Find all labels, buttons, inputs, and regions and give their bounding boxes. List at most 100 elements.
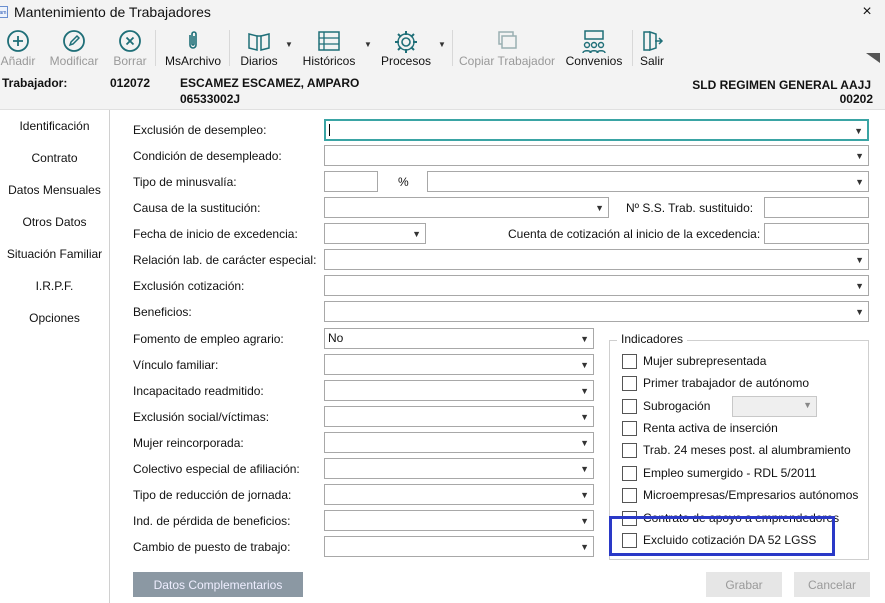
exclusion-desempleo-label: Exclusión de desempleo:: [133, 123, 267, 137]
microempresas-checkbox[interactable]: [622, 488, 637, 503]
chevron-down-icon: ▼: [580, 516, 589, 526]
indicadores-title: Indicadores: [617, 332, 688, 346]
nss-sustituido-label: Nº S.S. Trab. sustituido:: [626, 201, 754, 215]
delete-icon: [119, 30, 141, 52]
historicos-button[interactable]: Históricos: [300, 26, 358, 70]
fecha-excedencia-label: Fecha de inicio de excedencia:: [133, 227, 298, 241]
cambio-puesto-label: Cambio de puesto de trabajo:: [133, 540, 291, 554]
incapacitado-select[interactable]: ▼: [324, 380, 594, 401]
close-button[interactable]: ×: [858, 3, 876, 21]
datos-complementarios-button[interactable]: Datos Complementarios: [133, 572, 303, 597]
relacion-laboral-label: Relación lab. de carácter especial:: [133, 253, 317, 267]
vinculo-familiar-label: Vínculo familiar:: [133, 358, 219, 372]
chevron-down-icon: ▼: [580, 360, 589, 370]
highlight-box: [609, 516, 835, 556]
worker-regime: SLD REGIMEN GENERAL AAJJ: [692, 78, 871, 92]
exclusion-cotizacion-select[interactable]: ▼: [324, 275, 869, 296]
mujer-subrepresentada-checkbox[interactable]: [622, 354, 637, 369]
chevron-down-icon: ▼: [855, 281, 864, 291]
diarios-dropdown-icon[interactable]: ▼: [285, 40, 293, 49]
causa-sustitucion-select[interactable]: ▼: [324, 197, 609, 218]
nav-datos-mensuales[interactable]: Datos Mensuales: [0, 174, 109, 206]
exclusion-social-select[interactable]: ▼: [324, 406, 594, 427]
salir-button[interactable]: Salir: [637, 26, 667, 70]
chevron-down-icon: ▼: [855, 255, 864, 265]
people-icon: [582, 30, 606, 54]
colectivo-especial-select[interactable]: ▼: [324, 458, 594, 479]
trab-24-meses-checkbox[interactable]: [622, 443, 637, 458]
empleo-sumergido-checkbox[interactable]: [622, 466, 637, 481]
nav-situacion-familiar[interactable]: Situación Familiar: [0, 238, 109, 270]
checkbox-label: Trab. 24 meses post. al alumbramiento: [643, 443, 851, 457]
fomento-empleo-label: Fomento de empleo agrario:: [133, 332, 284, 346]
edit-icon: [63, 30, 85, 52]
vinculo-familiar-select[interactable]: ▼: [324, 354, 594, 375]
chevron-down-icon: ▼: [412, 229, 421, 239]
checkbox-label: Empleo sumergido - RDL 5/2011: [643, 466, 817, 480]
checkbox-label: Renta activa de inserción: [643, 421, 778, 435]
worker-name: ESCAMEZ ESCAMEZ, AMPARO: [180, 76, 360, 90]
nav-opciones[interactable]: Opciones: [0, 302, 109, 334]
title-bar: am Mantenimiento de Trabajadores ×: [0, 0, 885, 26]
tipo-reduccion-select[interactable]: ▼: [324, 484, 594, 505]
book-icon: [248, 33, 270, 51]
chevron-down-icon: ▼: [580, 334, 589, 344]
chevron-down-icon: ▼: [580, 412, 589, 422]
chevron-down-icon: ▼: [580, 386, 589, 396]
tipo-minusvalia-label: Tipo de minusvalía:: [133, 175, 237, 189]
nav-identificacion[interactable]: Identificación: [0, 110, 109, 142]
worker-code: 012072: [110, 76, 151, 90]
nav-contrato[interactable]: Contrato: [0, 142, 109, 174]
nss-sustituido-input[interactable]: [764, 197, 869, 218]
tipo-minusvalia-select[interactable]: ▼: [427, 171, 869, 192]
copy-worker-button[interactable]: Copiar Trabajador: [459, 26, 555, 70]
chevron-down-icon: ▼: [580, 464, 589, 474]
historicos-dropdown-icon[interactable]: ▼: [364, 40, 372, 49]
cambio-puesto-select[interactable]: ▼: [324, 536, 594, 557]
add-button[interactable]: Añadir: [0, 26, 36, 70]
procesos-dropdown-icon[interactable]: ▼: [438, 40, 446, 49]
subrogacion-select[interactable]: ▼: [732, 396, 817, 417]
checkbox-label: Microempresas/Empresarios autónomos: [643, 488, 859, 502]
nav-otros-datos[interactable]: Otros Datos: [0, 206, 109, 238]
diarios-button[interactable]: Diarios: [236, 26, 282, 70]
msarchivo-button[interactable]: MsArchivo: [162, 26, 224, 70]
delete-button[interactable]: Borrar: [110, 26, 150, 70]
primer-trabajador-checkbox[interactable]: [622, 376, 637, 391]
mujer-reincorporada-select[interactable]: ▼: [324, 432, 594, 453]
minusvalia-percent-input[interactable]: [324, 171, 378, 192]
exclusion-desempleo-select[interactable]: ▼: [324, 119, 869, 141]
nav-irpf[interactable]: I.R.P.F.: [0, 270, 109, 302]
convenios-button[interactable]: Convenios: [563, 26, 625, 70]
subrogacion-checkbox[interactable]: [622, 399, 637, 414]
cuenta-cotizacion-input[interactable]: [764, 223, 869, 244]
exit-icon: [643, 30, 664, 52]
list-icon: [318, 31, 340, 51]
checkbox-label: Subrogación: [643, 399, 711, 413]
tipo-reduccion-label: Tipo de reducción de jornada:: [133, 488, 292, 502]
grabar-button[interactable]: Grabar: [706, 572, 782, 597]
toolbar: Añadir Modificar Borrar MsArchivo Diario…: [0, 26, 885, 70]
renta-activa-checkbox[interactable]: [622, 421, 637, 436]
checkbox-label: Primer trabajador de autónomo: [643, 376, 810, 390]
fomento-empleo-value: No: [328, 331, 344, 345]
fecha-excedencia-select[interactable]: ▼: [324, 223, 426, 244]
cancelar-button[interactable]: Cancelar: [794, 572, 870, 597]
gear-icon: [395, 31, 417, 53]
beneficios-select[interactable]: ▼: [324, 301, 869, 322]
toolbar-separator: [229, 30, 230, 66]
ind-perdida-select[interactable]: ▼: [324, 510, 594, 531]
procesos-button[interactable]: Procesos: [378, 26, 434, 70]
fomento-empleo-select[interactable]: No ▼: [324, 328, 594, 349]
chevron-down-icon: ▼: [580, 542, 589, 552]
ind-perdida-label: Ind. de pérdida de beneficios:: [133, 514, 291, 528]
exclusion-social-label: Exclusión social/víctimas:: [133, 410, 270, 424]
edit-button[interactable]: Modificar: [47, 26, 101, 70]
relacion-laboral-select[interactable]: ▼: [324, 249, 869, 270]
worker-id: 06533002J: [180, 92, 241, 106]
worker-header: Trabajador: 012072 ESCAMEZ ESCAMEZ, AMPA…: [0, 70, 885, 110]
condicion-desempleado-select[interactable]: ▼: [324, 145, 869, 166]
chevron-down-icon: ▼: [854, 126, 863, 136]
paperclip-icon: [189, 31, 197, 49]
chevron-down-icon: ▼: [855, 307, 864, 317]
